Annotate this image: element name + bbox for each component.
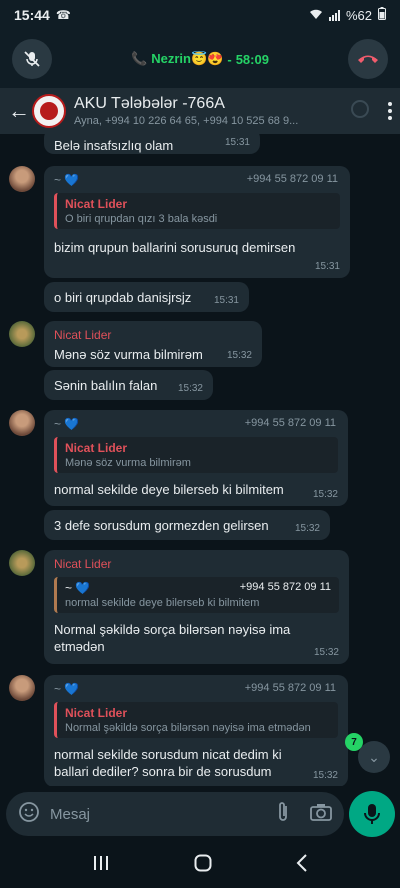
attach-icon[interactable] [276,801,290,828]
message-text: bizim qrupun ballarini sorusuruq demirse… [54,240,296,255]
caller-name: Nezrin😇😍 [151,51,224,66]
message-bubble[interactable]: ~ 💙 +994 55 872 09 11 Nicat Lider O biri… [44,166,350,278]
quoted-message[interactable]: Nicat Lider O biri qrupdan qızı 3 bala k… [54,193,340,229]
message-line: etmədən [54,639,105,654]
voice-record-button[interactable] [349,791,395,837]
message-time: 15:31 [314,261,340,272]
status-bar: 15:44 ☎ %62 [0,0,400,30]
message-time: 15:32 [294,523,320,534]
back-arrow-icon[interactable]: ← [8,98,30,124]
quoted-sender: Nicat Lider [65,441,128,455]
mute-button[interactable] [12,39,52,79]
message-text: Mənə söz vurma bilmirəm [54,347,203,362]
message-bubble[interactable]: Sənin balılın falan 15:32 [44,370,213,400]
message-time: 15:32 [226,350,252,361]
signal-icon [328,9,340,21]
active-call-bar: 📞 Nezrin😇😍 - 58:09 [0,30,400,88]
message-time: 15:32 [177,383,203,394]
phone-call-icon: ☎ [55,8,71,22]
quoted-phone: +994 55 872 09 11 [239,581,331,593]
battery-icon [378,7,386,23]
quoted-sender: Nicat Lider [65,706,128,720]
system-nav-bar [0,842,400,888]
message-text: 3 defe sorusdum gormezden gelirsen [54,518,269,533]
group-avatar[interactable] [32,94,66,128]
sender-phone: +994 55 872 09 11 [244,417,336,429]
battery-level: %62 [345,7,372,23]
more-options-icon[interactable] [388,102,392,120]
quoted-text: O biri qrupdan qızı 3 bala kəsdi [65,213,218,225]
message-text: normal sekilde deye bilerseb ki bilmitem [54,482,284,497]
message-text: Belə insafsızlıq olam [54,138,174,153]
wifi-icon [309,8,323,23]
message-bubble[interactable]: Belə insafsızlıq olam 15:31 [44,134,260,154]
quoted-text: Mənə söz vurma bilmirəm [65,457,191,469]
message-time: 15:32 [312,770,338,781]
message-bubble[interactable]: ~ 💙 +994 55 872 09 11 Nicat Lider Normal… [44,675,348,786]
back-icon[interactable] [296,853,308,877]
camera-icon[interactable] [310,803,332,826]
group-members: Ayna, +994 10 226 64 65, +994 10 525 68 … [74,115,299,127]
sticker-icon[interactable] [18,801,40,828]
call-info[interactable]: 📞 Nezrin😇😍 - 58:09 [131,51,269,67]
message-time: 15:31 [224,137,250,148]
sender-name[interactable]: Nicat Lider [54,328,252,342]
sender-phone: +994 55 872 09 11 [246,173,338,185]
status-time: 15:44 [14,7,50,23]
sender-avatar[interactable] [9,675,35,701]
sender-avatar[interactable] [9,410,35,436]
quoted-sender: Nicat Lider [65,197,128,211]
message-time: 15:31 [213,295,239,306]
quoted-text: Normal şəkildə sorça bilərsən nəyisə ima… [65,722,311,734]
message-text: o biri qrupdab danisjrsjz [54,290,192,305]
call-separator: - [227,51,232,67]
mic-icon [364,804,380,824]
message-bubble[interactable]: ~ 💙 +994 55 872 09 11 Nicat Lider Mənə s… [44,410,348,506]
sender-avatar[interactable] [9,166,35,192]
call-add-icon[interactable] [350,99,370,124]
mic-off-icon [24,51,40,67]
group-info[interactable]: AKU Tələbələr -766A Ayna, +994 10 226 64… [74,95,342,127]
message-time: 15:32 [312,489,338,500]
message-input[interactable] [50,805,276,823]
scroll-down-button[interactable]: ⌄ [358,741,390,773]
message-bubble[interactable]: 3 defe sorusdum gormezden gelirsen 15:32 [44,510,330,540]
message-line: normal sekilde sorusdum nicat dedim ki [54,747,282,762]
call-duration: 58:09 [235,51,269,67]
phone-icon: 📞 [131,51,148,66]
sender-avatar[interactable] [9,321,35,347]
quoted-text: normal sekilde deye bilerseb ki bilmitem [65,597,260,609]
quoted-message[interactable]: Nicat Lider Mənə söz vurma bilmirəm [54,437,338,473]
recent-apps-icon[interactable] [92,855,110,876]
chevron-double-down-icon: ⌄ [368,748,380,765]
message-text: Normal şəkildə sorça bilərsən nəyisə ima… [54,621,339,655]
message-bubble[interactable]: Nicat Lider Mənə söz vurma bilmirəm 15:3… [44,321,262,367]
end-call-button[interactable] [347,39,388,79]
sender-phone: +994 55 872 09 11 [244,682,336,694]
end-call-icon [357,55,378,63]
message-time: 15:32 [313,647,339,658]
quoted-message[interactable]: ~ 💙 +994 55 872 09 11 normal sekilde dey… [54,577,339,613]
unread-count-badge: 7 [345,733,363,751]
message-text: normal sekilde sorusdum nicat dedim ki b… [54,746,338,780]
message-bubble[interactable]: o biri qrupdab danisjrsjz 15:31 [44,282,249,312]
chat-header: ← AKU Tələbələr -766A Ayna, +994 10 226 … [0,88,400,134]
quoted-message[interactable]: Nicat Lider Normal şəkildə sorça bilərsə… [54,702,338,738]
sender-name[interactable]: Nicat Lider [54,557,339,571]
message-bubble[interactable]: Nicat Lider ~ 💙 +994 55 872 09 11 normal… [44,550,349,664]
message-input-bar [6,792,344,836]
message-line: Normal şəkildə sorça bilərsən nəyisə ima [54,622,291,637]
home-icon[interactable] [194,854,212,877]
message-line: ballari dediler? sonra bir de sorusdum [54,764,272,779]
chat-area[interactable]: Belə insafsızlıq olam 15:31 ~ 💙 +994 55 … [0,134,400,786]
group-title: AKU Tələbələr -766A [74,95,225,112]
sender-avatar[interactable] [9,550,35,576]
